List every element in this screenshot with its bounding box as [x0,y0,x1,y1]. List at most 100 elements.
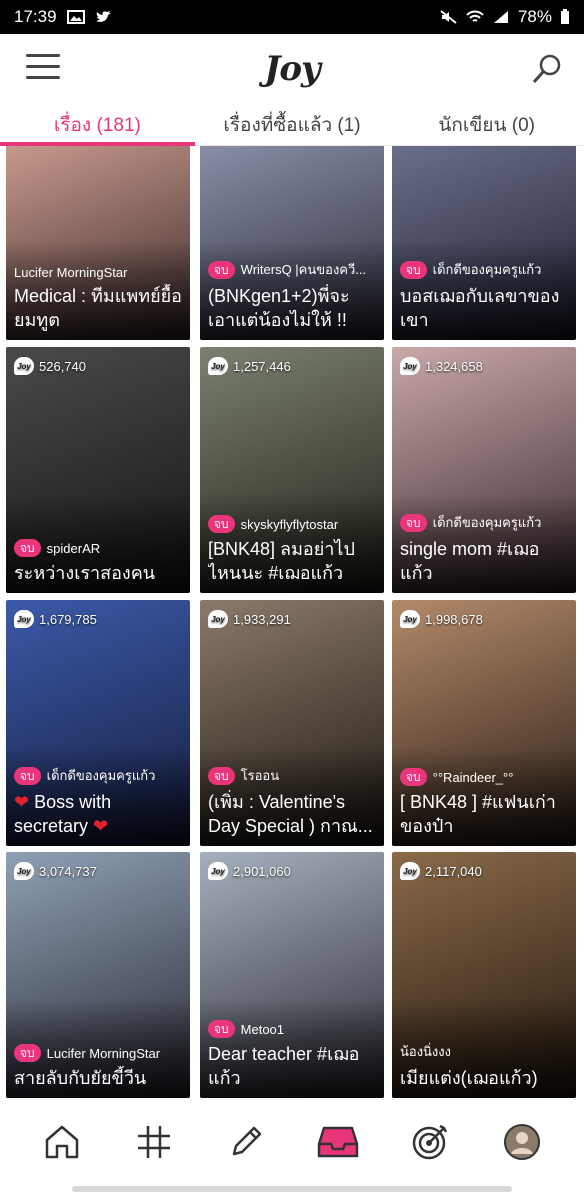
story-card[interactable]: Lucifer MorningStar Medical : ทีมแพทย์ยื้… [6,146,190,340]
story-grid: Lucifer MorningStar Medical : ทีมแพทย์ยื้… [0,146,584,1098]
card-meta: น้องนิ่งงงเมียแต่ง(เฌอแก้ว) [400,1041,570,1090]
bottom-nav [0,1100,584,1184]
end-badge: จบ [208,1020,235,1038]
story-title: ระหว่างเราสองคน [14,561,184,585]
view-count-text: 526,740 [39,358,86,374]
story-title-text: Medical : ทีมแพทย์ยื้อยมทูต [14,286,182,330]
card-meta: จบ เด็กดีของคุมครูแก้ว ❤ Boss with secreta… [14,765,184,838]
tab-writers[interactable]: นักเขียน (0) [389,104,584,145]
story-title-text: (BNKgen1+2)พี่จะเอาแต่น้องไม่ให้ !! [208,286,350,330]
signal-icon [493,11,508,23]
story-card[interactable]: Joy 2,901,060 จบ Metoo1 Dear teacher #เฌอแก้… [200,852,384,1098]
story-title-text: (เพิ่ม : Valentine's Day Special ) กาณ..… [208,792,373,836]
story-title: Dear teacher #เฌอแก้ว [208,1042,378,1090]
story-card[interactable]: จบ WritersQ |คนของควี... (BNKgen1+2)พี่จะเ… [200,146,384,340]
story-title: เมียแต่ง(เฌอแก้ว) [400,1066,570,1090]
card-meta: จบ โรออน (เพิ่ม : Valentine's Day Special … [208,765,378,838]
end-badge: จบ [14,1044,41,1062]
hashtag-icon[interactable] [131,1119,177,1165]
story-title-text: เมียแต่ง(เฌอแก้ว) [400,1068,538,1088]
story-card[interactable]: Joy 3,074,737 จบ Lucifer MorningStar สายลับก… [6,852,190,1098]
view-count-text: 1,933,291 [233,611,291,627]
profile-avatar[interactable] [499,1119,545,1165]
view-count: Joy 1,324,658 [400,357,483,375]
story-card[interactable]: Joy 1,257,446 จบ skyskyflyflytostar [BNK48] … [200,347,384,593]
card-meta: จบ WritersQ |คนของควี... (BNKgen1+2)พี่จะเ… [208,259,378,332]
story-title: บอสเฌอกับเลขาของเขา [400,284,570,332]
view-count-text: 1,324,658 [425,358,483,374]
card-meta: จบ เด็กดีของคุมครูแก้ว single mom #เฌอแก้ว [400,512,570,585]
app-logo: Joy [264,49,321,89]
story-title-text: [BNK48] ลมอย่าไปไหนนะ #เฌอแก้ว [208,539,355,583]
end-badge: จบ [14,766,41,785]
tab-purchased[interactable]: เรื่องที่ซื้อแล้ว (1) [195,104,390,145]
joy-badge-icon: Joy [208,357,228,375]
author-name: skyskyflyflytostar [240,516,339,532]
story-title-text: บอสเฌอกับเลขาของเขา [400,286,560,330]
story-title-text: Dear teacher #เฌอแก้ว [208,1044,360,1088]
end-badge: จบ [208,260,235,279]
view-count: Joy 2,117,040 [400,862,482,880]
author-name: น้องนิ่งงง [400,1044,451,1059]
story-card[interactable]: Joy 2,117,040 น้องนิ่งงงเมียแต่ง(เฌอแก้ว) [392,852,576,1098]
gallery-icon [66,10,85,24]
author-name: เด็กดีของคุมครูแก้ว [432,515,542,530]
joy-badge-icon: Joy [14,357,34,375]
menu-icon[interactable] [26,54,60,84]
view-count: Joy 1,679,785 [14,610,97,628]
author-name: spiderAR [46,540,101,556]
view-count: Joy 3,074,737 [14,862,97,880]
end-badge: จบ [14,539,41,557]
story-card[interactable]: Joy 1,324,658 จบ เด็กดีของคุมครูแก้ว single … [392,347,576,593]
target-icon[interactable] [407,1119,453,1165]
card-meta: จบ spiderAR ระหว่างเราสองคน [14,539,184,585]
status-time: 17:39 [14,7,57,26]
card-meta: จบ skyskyflyflytostar [BNK48] ลมอย่าไปไหนน… [208,515,378,585]
story-card[interactable]: จบ เด็กดีของคุมครูแก้วบอสเฌอกับเลขาของเขา [392,146,576,340]
home-icon[interactable] [39,1119,85,1165]
heart-icon: ❤ [14,792,30,812]
twitter-icon [95,11,111,22]
end-badge: จบ [400,513,427,532]
gesture-bar [0,1184,584,1200]
story-card[interactable]: Joy 526,740 จบ spiderAR ระหว่างเราสองคน [6,347,190,593]
story-title: Medical : ทีมแพทย์ยื้อยมทูต [14,284,184,332]
view-count-text: 3,074,737 [39,863,97,879]
joy-badge-icon: Joy [14,610,34,628]
story-card[interactable]: Joy 1,998,678 จบ °°Raindeer_°° [ BNK48 ] #แฟ… [392,600,576,846]
author-name: เด็กดีของคุมครูแก้ว [46,768,156,783]
battery-level: 78% [517,7,552,26]
story-title: สายลับกับยัยขี้วีน [14,1066,184,1090]
author-name: โรออน [240,768,280,783]
end-badge: จบ [208,766,235,785]
story-title: ❤ Boss with secretary ❤ [14,790,184,838]
search-icon[interactable] [530,52,564,86]
story-card[interactable]: Joy 1,933,291 จบ โรออน (เพิ่ม : Valentine's … [200,600,384,846]
story-title-text: ระหว่างเราสองคน [14,563,156,583]
card-meta: จบ Lucifer MorningStar สายลับกับยัยขี้วีน [14,1044,184,1090]
story-card[interactable]: Joy 1,679,785 จบ เด็กดีของคุมครูแก้ว ❤ Boss … [6,600,190,846]
story-title-text: single mom #เฌอแก้ว [400,539,540,583]
view-count-text: 1,679,785 [39,611,97,627]
heart-icon: ❤ [93,816,109,836]
author-name: Lucifer MorningStar [14,265,128,280]
joy-badge-icon: Joy [400,862,420,880]
view-count: Joy 1,257,446 [208,357,291,375]
end-badge: จบ [208,515,235,533]
mute-icon [440,10,457,24]
pencil-icon[interactable] [223,1119,269,1165]
inbox-icon[interactable] [315,1119,361,1165]
view-count-text: 1,257,446 [233,358,291,374]
author-name: เด็กดีของคุมครูแก้ว [432,262,542,277]
author-name: Metoo1 [240,1021,285,1037]
story-title-text: สายลับกับยัยขี้วีน [14,1068,147,1088]
end-badge: จบ [400,768,427,786]
status-bar: 17:39 78% [0,0,584,34]
card-meta: Lucifer MorningStar Medical : ทีมแพทย์ยื้… [14,265,184,332]
author-name: °°Raindeer_°° [432,769,514,785]
card-meta: จบ เด็กดีของคุมครูแก้วบอสเฌอกับเลขาของเขา [400,259,570,332]
story-title: (BNKgen1+2)พี่จะเอาแต่น้องไม่ให้ !! [208,284,378,332]
end-badge: จบ [400,260,427,279]
tab-stories[interactable]: เรื่อง (181) [0,104,195,146]
view-count: Joy 1,933,291 [208,610,291,628]
